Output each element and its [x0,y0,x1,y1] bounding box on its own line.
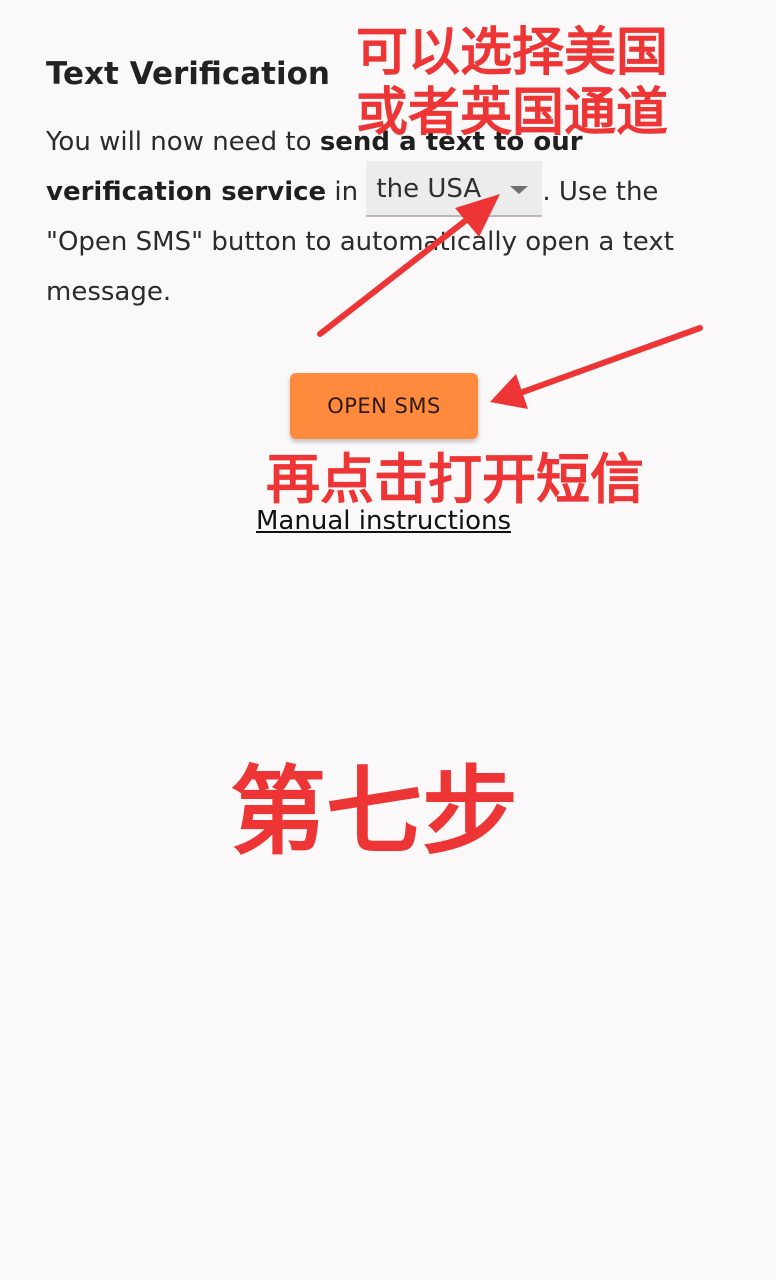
chevron-down-icon [510,185,529,194]
instructions-part1: You will now need to [46,127,320,157]
annotation-step-label: 第七步 [230,756,518,868]
annotation-select-hint-line2: 或者英国通道 [356,83,669,143]
annotation-select-hint-line1: 可以选择美国 [356,23,669,83]
country-select-value: the USA [376,173,482,204]
country-select[interactable]: the USA [366,160,543,217]
instructions-text: You will now need to send a text to our … [46,117,706,317]
instructions-part2: in [326,177,367,207]
page: Text Verification You will now need to s… [0,0,776,1280]
open-sms-button[interactable]: OPEN SMS [290,373,478,439]
arrow-to-button-icon [490,325,703,409]
page-title: Text Verification [46,56,330,92]
annotation-button-hint: 再点击打开短信 [266,448,644,511]
